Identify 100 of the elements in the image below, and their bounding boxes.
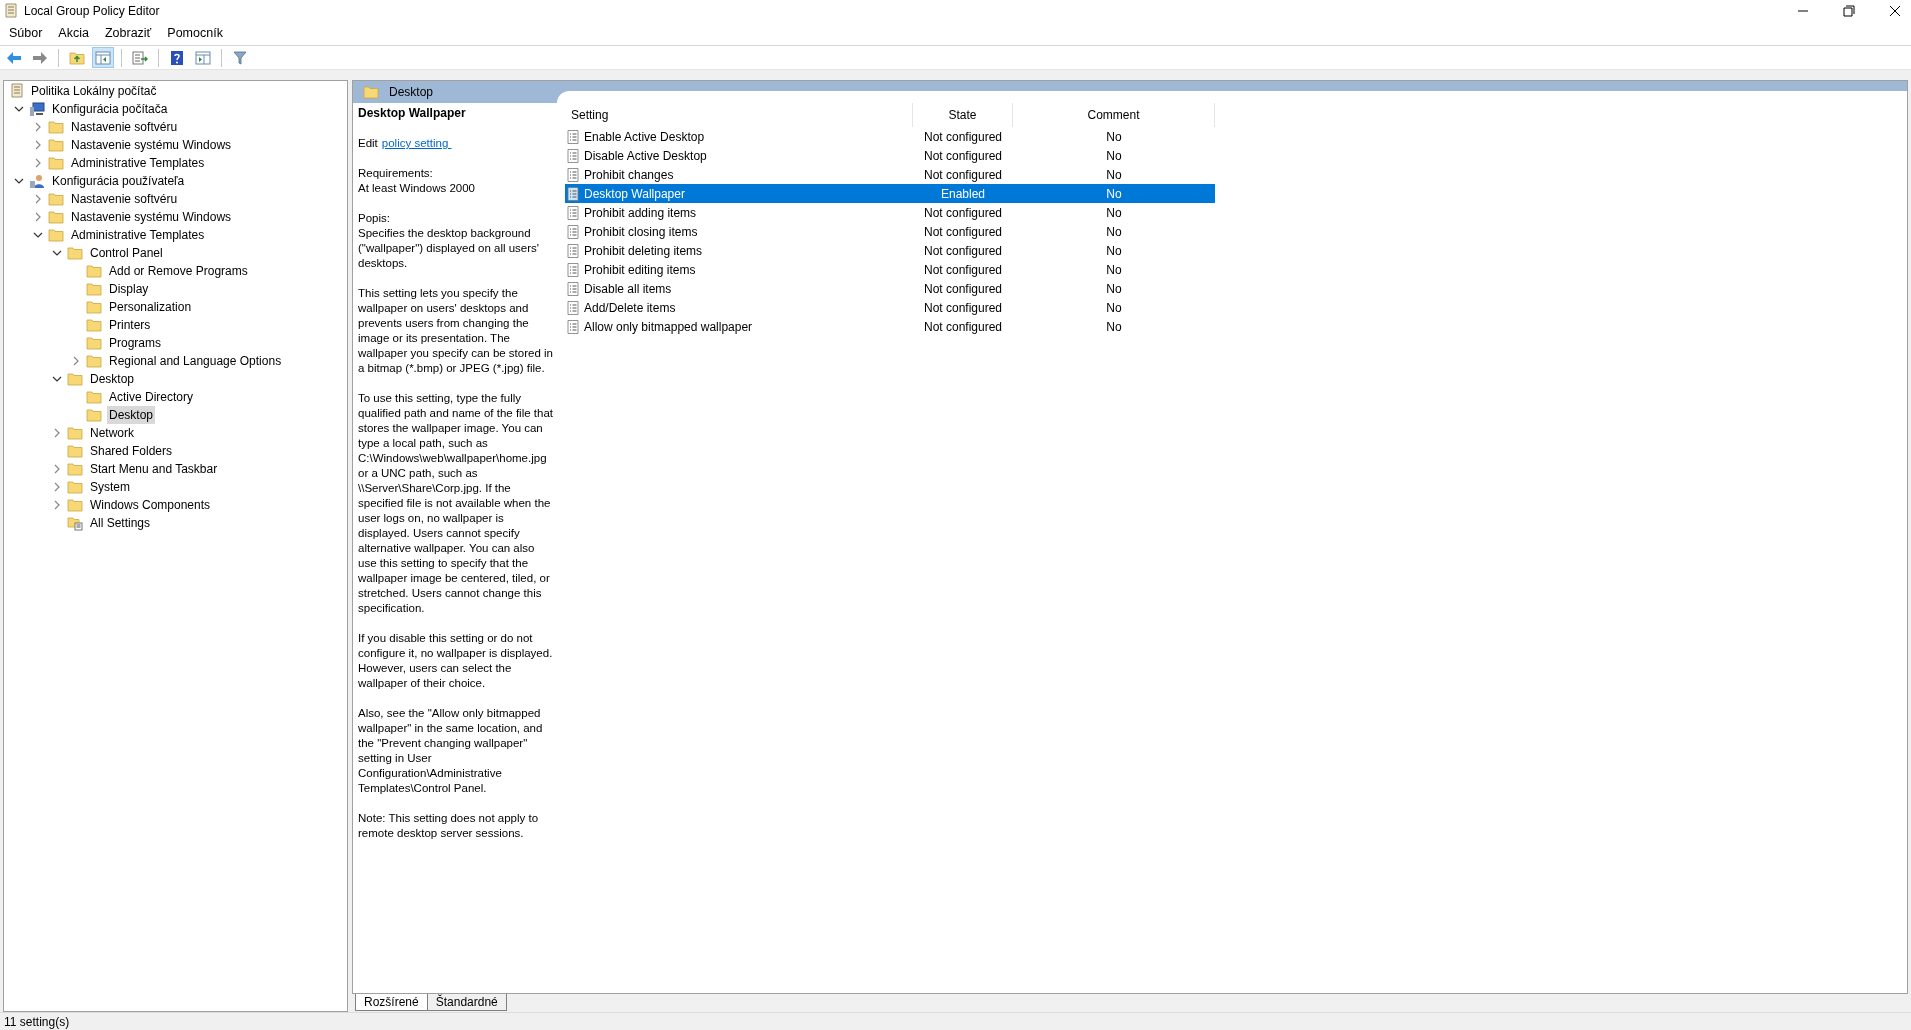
settings-list-icon: [67, 515, 83, 531]
tree-item[interactable]: Printers: [107, 316, 153, 334]
users-icon: [29, 173, 45, 189]
chevron-down-icon[interactable]: [14, 176, 24, 186]
table-row[interactable]: Disable all items Not configured No: [565, 279, 1215, 298]
window-properties-icon: [195, 50, 211, 65]
edit-label: Edit: [358, 136, 378, 151]
tree-item[interactable]: Nastavenie systému Windows: [69, 136, 234, 154]
filter-icon: [233, 50, 247, 65]
scroll-icon: [4, 3, 18, 19]
description-paragraph: This setting lets you specify the wallpaper on users' desktops and prevents users from changing the image or its presentation. The wallpaper you specify can be stored in a bitmap (*.bmp) or JPEG (*.jpg) file.: [358, 286, 554, 376]
close-icon[interactable]: [1889, 5, 1901, 17]
chevron-right-icon[interactable]: [52, 482, 62, 492]
folder-icon: [48, 120, 64, 134]
menu-item[interactable]: Zobraziť: [104, 24, 152, 43]
description-paragraph: If you disable this setting or do not configure it, no wallpaper is displayed. However, users can select the wallpaper of their choice.: [358, 631, 554, 691]
folder-icon: [48, 156, 64, 170]
chevron-down-icon[interactable]: [33, 230, 43, 240]
table-row[interactable]: Add/Delete items Not configured No: [565, 298, 1215, 317]
view-tab[interactable]: Rozšírené: [355, 994, 428, 1011]
folder-icon: [86, 282, 102, 296]
chevron-right-icon[interactable]: [52, 464, 62, 474]
chevron-down-icon[interactable]: [52, 248, 62, 258]
tree-item[interactable]: Regional and Language Options: [107, 352, 284, 370]
state-cell-text: Not configured: [922, 128, 1003, 146]
tree-item[interactable]: Display: [107, 280, 151, 298]
tree-item[interactable]: Shared Folders: [88, 442, 175, 460]
tree-item[interactable]: Active Directory: [107, 388, 196, 406]
comment-cell-text: No: [1105, 128, 1123, 146]
chevron-right-icon[interactable]: [33, 122, 43, 132]
document-list-icon: [567, 243, 579, 258]
document-list-icon: [567, 262, 579, 277]
chevron-right-icon[interactable]: [33, 158, 43, 168]
setting-name: Enable Active Desktop: [584, 128, 705, 146]
tree-item[interactable]: Nastavenie softvéru: [69, 190, 180, 208]
menu-item[interactable]: Akcia: [58, 24, 89, 43]
comment-cell-text: No: [1105, 185, 1123, 203]
folder-icon: [67, 480, 83, 494]
chevron-right-icon[interactable]: [33, 194, 43, 204]
document-list-icon: [567, 129, 579, 144]
column-header[interactable]: Setting: [565, 103, 913, 127]
table-row[interactable]: Prohibit closing items Not configured No: [565, 222, 1215, 241]
view-tab[interactable]: Štandardné: [426, 994, 507, 1011]
tree-item[interactable]: Politika Lokálny počítač: [29, 82, 159, 100]
table-row[interactable]: Desktop Wallpaper Enabled No: [565, 184, 1215, 203]
tree-item[interactable]: Desktop: [88, 370, 137, 388]
state-cell-text: Not configured: [922, 223, 1003, 241]
restore-icon[interactable]: [1843, 5, 1855, 17]
comment-cell-text: No: [1105, 280, 1123, 298]
folder-up-icon: [69, 50, 85, 65]
menu-item[interactable]: Súbor: [9, 24, 43, 43]
tree-item[interactable]: All Settings: [88, 514, 153, 532]
state-cell-text: Enabled: [939, 185, 986, 203]
requirements-label: Requirements:: [358, 166, 434, 181]
chevron-down-icon[interactable]: [52, 374, 62, 384]
tree-item[interactable]: Start Menu and Taskbar: [88, 460, 220, 478]
chevron-right-icon[interactable]: [52, 428, 62, 438]
tree-item[interactable]: Administrative Templates: [69, 226, 207, 244]
tree-item[interactable]: Network: [88, 424, 136, 442]
column-header[interactable]: State: [913, 103, 1013, 127]
table-row[interactable]: Allow only bitmapped wallpaper Not configured No: [565, 317, 1215, 336]
table-row[interactable]: Enable Active Desktop Not configured No: [565, 127, 1215, 146]
folder-icon: [67, 498, 83, 512]
document-list-icon: [567, 224, 579, 239]
tree-item[interactable]: Nastavenie softvéru: [69, 118, 180, 136]
tree-item[interactable]: Administrative Templates: [69, 154, 207, 172]
table-row[interactable]: Prohibit deleting items Not configured No: [565, 241, 1215, 260]
setting-name: Prohibit deleting items: [584, 242, 703, 260]
table-row[interactable]: Disable Active Desktop Not configured No: [565, 146, 1215, 165]
policy-setting-link[interactable]: policy setting: [381, 136, 452, 151]
document-list-icon: [567, 300, 579, 315]
tree-item[interactable]: Control Panel: [88, 244, 165, 262]
state-cell-text: Not configured: [922, 318, 1003, 336]
setting-name: Disable all items: [584, 280, 672, 298]
setting-name: Allow only bitmapped wallpaper: [584, 318, 753, 336]
chevron-right-icon[interactable]: [71, 356, 81, 366]
chevron-right-icon[interactable]: [52, 500, 62, 510]
document-list-icon: [567, 281, 579, 296]
tree-item[interactable]: Personalization: [107, 298, 194, 316]
tree-item[interactable]: Add or Remove Programs: [107, 262, 250, 280]
tree-item[interactable]: Programs: [107, 334, 163, 352]
document-list-icon: [567, 167, 579, 182]
window-title: Local Group Policy Editor: [24, 3, 160, 20]
table-row[interactable]: Prohibit changes Not configured No: [565, 165, 1215, 184]
column-header[interactable]: Comment: [1013, 103, 1215, 127]
tree-item[interactable]: Nastavenie systému Windows: [69, 208, 234, 226]
tree-item[interactable]: System: [88, 478, 132, 496]
chevron-right-icon[interactable]: [33, 140, 43, 150]
menu-item[interactable]: Pomocník: [167, 24, 223, 43]
description-paragraph: Also, see the "Allow only bitmapped wallpaper" in the same location, and the "Prevent changing wallpaper" setting in User Configuration\Administrative Templates\Control Panel.: [358, 706, 544, 796]
chevron-right-icon[interactable]: [33, 212, 43, 222]
table-row[interactable]: Prohibit editing items Not configured No: [565, 260, 1215, 279]
document-list-icon: [567, 205, 579, 220]
tree-item[interactable]: Desktop: [107, 406, 156, 424]
tree-item[interactable]: Konfigurácia počítača: [50, 100, 170, 118]
chevron-down-icon[interactable]: [14, 104, 24, 114]
tree-item[interactable]: Windows Components: [88, 496, 213, 514]
setting-name: Desktop Wallpaper: [584, 185, 685, 203]
table-row[interactable]: Prohibit adding items Not configured No: [565, 203, 1215, 222]
tree-item[interactable]: Konfigurácia používateľa: [50, 172, 187, 190]
